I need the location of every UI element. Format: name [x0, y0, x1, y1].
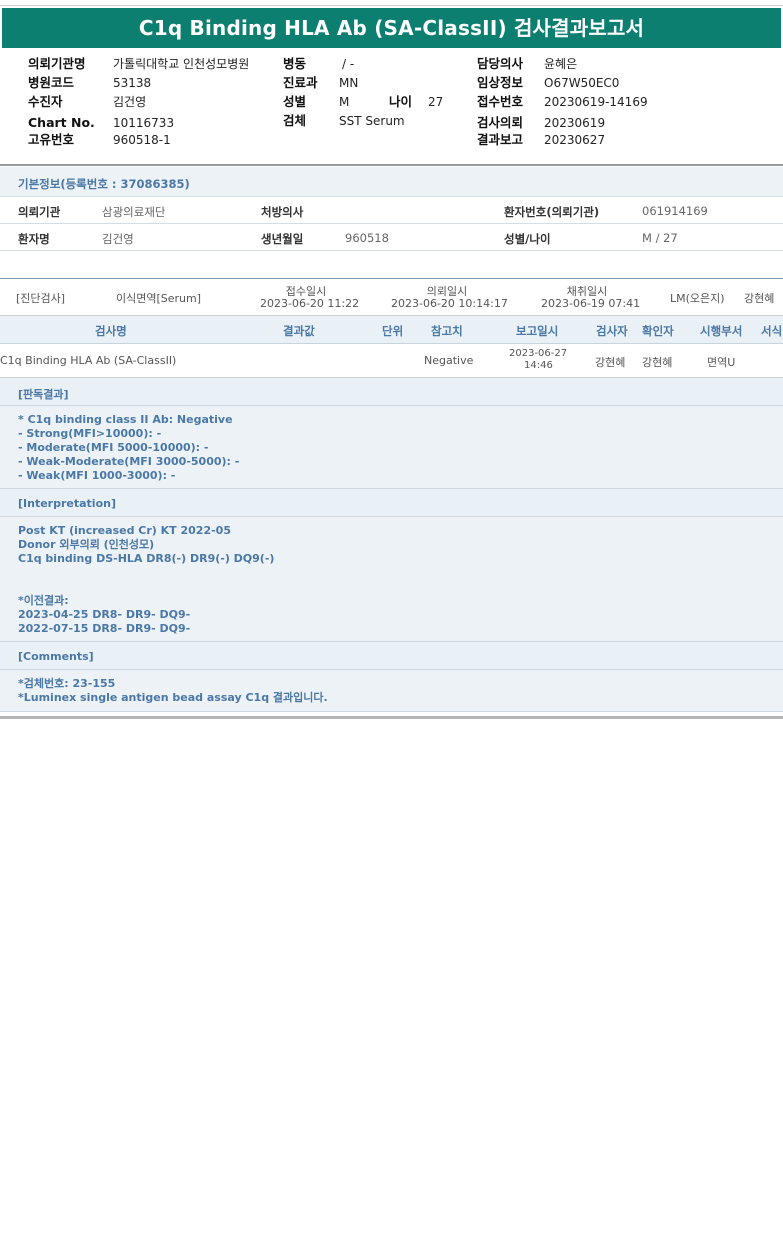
order-lm: LM(오은지): [670, 292, 725, 305]
order-category: [진단검사]: [16, 292, 66, 305]
interpretation-line: 2023-04-25 DR8- DR9- DQ9-: [18, 608, 191, 621]
judgement-title: [판독결과]: [18, 388, 69, 401]
department-label: 진료과: [283, 75, 318, 90]
interpretation-line: Post KT (increased Cr) KT 2022-05: [18, 524, 231, 537]
judgement-body: * C1q binding class II Ab: Negative - St…: [0, 406, 783, 489]
institution-label: 의뢰기관명: [28, 56, 86, 71]
top-border: [0, 0, 783, 6]
doctor-label: 담당의사: [477, 56, 524, 71]
basic-info-title: 기본정보(등록번호 : 37086385): [18, 177, 190, 191]
receipt-no-label: 접수번호: [477, 94, 524, 109]
col-result: 결과값: [283, 324, 315, 338]
interpretation-body: Post KT (increased Cr) KT 2022-05 Donor …: [0, 517, 783, 642]
judgement-line: - Weak(MFI 1000-3000): -: [18, 469, 176, 482]
order-department: 이식면역[Serum]: [116, 292, 202, 305]
report-bottom-border: [0, 716, 783, 719]
request-time-value: 2023-06-20 10:14:17: [391, 297, 508, 310]
institution-value: 가톨릭대학교 인천성모병원: [113, 57, 250, 71]
chart-no-value: 10116733: [113, 116, 175, 130]
col-form: 서식: [761, 324, 783, 338]
order-tester: 강현혜: [744, 292, 775, 305]
chart-no-label: Chart No.: [28, 115, 95, 130]
birth-label: 생년월일: [261, 232, 304, 246]
row-report-date: 2023-06-27: [509, 348, 568, 359]
department-value: MN: [339, 76, 359, 90]
comments-line: *검체번호: 23-155: [18, 677, 116, 690]
basic-info-row-1: 의뢰기관 삼광의료재단 처방의사 환자번호(의뢰기관) 061914169: [0, 197, 783, 224]
judgement-line: * C1q binding class II Ab: Negative: [18, 413, 233, 426]
birth-value: 960518: [345, 231, 389, 245]
col-reference: 참고치: [431, 324, 463, 338]
clinical-info-value: O67W50EC0: [544, 76, 620, 90]
row-department: 면역U: [707, 356, 736, 369]
header-divider: [0, 164, 783, 166]
clinical-info-label: 임상정보: [477, 75, 524, 90]
ward-value: / -: [342, 57, 355, 71]
col-unit: 단위: [382, 324, 404, 338]
row-reference: Negative: [424, 354, 474, 367]
report-title: C1q Binding HLA Ab (SA-ClassII) 검사결과보고서: [2, 8, 781, 48]
row-report-time: 14:46: [524, 360, 553, 371]
col-verifier: 확인자: [642, 324, 674, 338]
requester-org-label: 의뢰기관: [18, 205, 61, 219]
sex-value: M: [339, 95, 350, 109]
age-value: 27: [428, 95, 444, 109]
comments-header: [Comments]: [0, 642, 783, 670]
examinee-value: 김건영: [113, 95, 147, 109]
col-test-name: 검사명: [95, 324, 127, 338]
table-row[interactable]: C1q Binding HLA Ab (SA-ClassII) Negative…: [0, 344, 783, 378]
specimen-value: SST Serum: [339, 114, 405, 128]
col-report-date: 보고일시: [516, 324, 559, 338]
patient-name-value: 김건영: [102, 232, 134, 246]
judgement-line: - Moderate(MFI 5000-10000): -: [18, 441, 209, 454]
request-date-value: 20230619: [544, 116, 606, 130]
collect-time-value: 2023-06-19 07:41: [541, 297, 641, 310]
interpretation-line: C1q binding DS-HLA DR8(-) DR9(-) DQ9(-): [18, 552, 275, 565]
doctor-value: 윤혜은: [544, 57, 578, 71]
examinee-label: 수진자: [28, 94, 63, 109]
comments-line: *Luminex single antigen bead assay C1q 결…: [18, 691, 328, 704]
col-tester: 검사자: [596, 324, 628, 338]
sex-age-label: 성별/나이: [504, 232, 551, 246]
basic-info-row-2: 환자명 김건영 생년월일 960518 성별/나이 M / 27: [0, 224, 783, 251]
sex-label: 성별: [283, 94, 307, 109]
results-table-header: 검사명 결과값 단위 참고치 보고일시 검사자 확인자 시행부서 서식: [0, 316, 783, 344]
prescriber-label: 처방의사: [261, 205, 304, 219]
row-verifier: 강현혜: [642, 356, 673, 369]
patient-no-value: 061914169: [642, 204, 708, 218]
patient-name-label: 환자명: [18, 232, 50, 246]
col-department: 시행부서: [700, 324, 743, 338]
requester-org-value: 삼광의료재단: [102, 205, 166, 219]
ward-label: 병동: [283, 56, 307, 71]
interpretation-line: 2022-07-15 DR8- DR9- DQ9-: [18, 622, 191, 635]
unique-no-value: 960518-1: [113, 133, 171, 147]
interpretation-line: *이전결과:: [18, 594, 69, 607]
basic-info-header: 기본정보(등록번호 : 37086385): [0, 167, 783, 197]
row-test-name: C1q Binding HLA Ab (SA-ClassII): [0, 354, 177, 367]
order-row: [진단검사] 이식면역[Serum] 접수일시 2023-06-20 11:22…: [0, 278, 783, 316]
receipt-time-value: 2023-06-20 11:22: [260, 297, 360, 310]
comments-title: [Comments]: [18, 650, 94, 663]
interpretation-title: [Interpretation]: [18, 497, 116, 510]
receipt-no-value: 20230619-14169: [544, 95, 648, 109]
report-date-label: 결과보고: [477, 132, 524, 147]
patient-no-label: 환자번호(의뢰기관): [504, 205, 600, 219]
specimen-label: 검체: [283, 113, 307, 128]
sex-age-value: M / 27: [642, 231, 678, 245]
hospital-code-label: 병원코드: [28, 75, 75, 90]
judgement-line: - Strong(MFI>10000): -: [18, 427, 162, 440]
row-tester: 강현혜: [595, 356, 626, 369]
hospital-code-value: 53138: [113, 76, 152, 90]
age-label: 나이: [389, 94, 413, 109]
interpretation-header: [Interpretation]: [0, 489, 783, 517]
judgement-line: - Weak-Moderate(MFI 3000-5000): -: [18, 455, 240, 468]
request-date-label: 검사의뢰: [477, 115, 524, 130]
report-date-value: 20230627: [544, 133, 606, 147]
comments-body: *검체번호: 23-155 *Luminex single antigen be…: [0, 670, 783, 712]
interpretation-line: Donor 외부의뢰 (인천성모): [18, 538, 155, 551]
unique-no-label: 고유번호: [28, 132, 75, 147]
judgement-header: [판독결과]: [0, 378, 783, 406]
